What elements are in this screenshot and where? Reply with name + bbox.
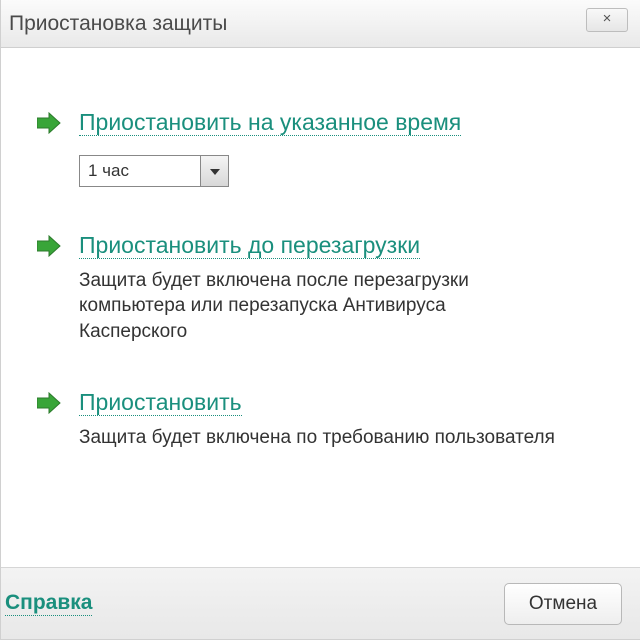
pause-until-reboot-link[interactable]: Приостановить до перезагрузки bbox=[79, 232, 420, 259]
pause-for-time-link[interactable]: Приостановить на указанное время bbox=[79, 109, 461, 136]
pause-link[interactable]: Приостановить bbox=[79, 389, 242, 416]
option-body: Приостановить Защита будет включена по т… bbox=[79, 388, 604, 450]
close-icon: × bbox=[603, 10, 612, 27]
footer: Справка Отмена bbox=[1, 567, 640, 639]
option-pause-until-reboot: Приостановить до перезагрузки Защита буд… bbox=[37, 231, 604, 345]
help-link[interactable]: Справка bbox=[5, 591, 92, 616]
arrow-right-icon bbox=[37, 392, 65, 414]
cancel-button[interactable]: Отмена bbox=[504, 583, 622, 625]
pause-until-reboot-desc: Защита будет включена после перезагрузки… bbox=[79, 268, 559, 345]
window-close-button[interactable]: × bbox=[586, 8, 628, 32]
option-pause-for-time: Приостановить на указанное время 1 час bbox=[37, 108, 604, 187]
pause-protection-dialog: Приостановка защиты × Приостановить на у… bbox=[0, 0, 640, 640]
chevron-down-icon bbox=[210, 162, 220, 180]
window-title: Приостановка защиты bbox=[9, 12, 227, 36]
arrow-right-icon bbox=[37, 235, 65, 257]
option-body: Приостановить на указанное время 1 час bbox=[79, 108, 604, 187]
duration-value: 1 час bbox=[80, 156, 200, 186]
pause-desc: Защита будет включена по требованию поль… bbox=[79, 425, 559, 451]
dropdown-button[interactable] bbox=[200, 156, 228, 186]
option-body: Приостановить до перезагрузки Защита буд… bbox=[79, 231, 604, 345]
arrow-right-icon bbox=[37, 112, 65, 134]
content-area: Приостановить на указанное время 1 час bbox=[1, 48, 640, 567]
duration-dropdown[interactable]: 1 час bbox=[79, 155, 229, 187]
option-pause: Приостановить Защита будет включена по т… bbox=[37, 388, 604, 450]
titlebar: Приостановка защиты × bbox=[1, 0, 640, 48]
